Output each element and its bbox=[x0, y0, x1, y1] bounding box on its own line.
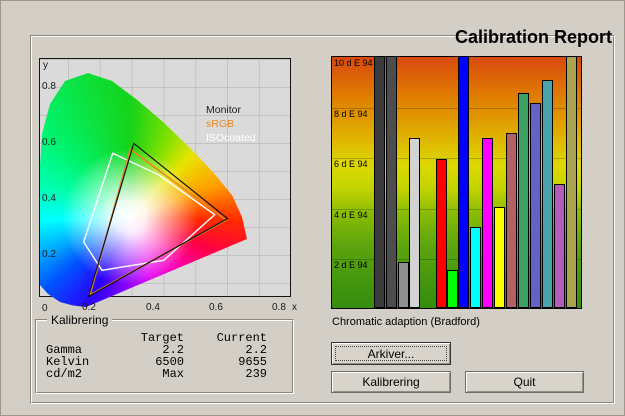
archive-button-label: Arkiver... bbox=[367, 346, 415, 361]
y-tick-label: 0.2 bbox=[42, 249, 56, 260]
bar-rosy-brown bbox=[506, 133, 517, 308]
calibrate-button[interactable]: Kalibrering bbox=[331, 371, 451, 393]
bar-green bbox=[447, 270, 458, 308]
x-tick-label: 0.2 bbox=[82, 302, 96, 313]
target-value: Max bbox=[162, 367, 184, 381]
calibrate-button-label: Kalibrering bbox=[362, 375, 420, 389]
page-title: Calibration Report bbox=[454, 27, 612, 47]
quit-button-label: Quit bbox=[513, 375, 536, 389]
gamut-monitor bbox=[87, 142, 229, 298]
cie-legend: Monitor sRGB ISOcoated bbox=[206, 103, 256, 145]
bar-light-gray bbox=[409, 138, 420, 308]
bar-dark-khaki bbox=[566, 57, 577, 308]
kalibrering-groupbox-inner: Kalibrering Target Current Gamma 2.2 2.2… bbox=[36, 313, 293, 393]
calibration-report-window: Calibration Report y x 0 Monitor sRGB ISOc… bbox=[0, 0, 625, 416]
delta-e-chart: 10 d E 94 8 d E 94 6 d E 94 4 d E 94 2 d E 9… bbox=[331, 56, 582, 309]
x-tick-label: 0.4 bbox=[146, 302, 160, 313]
de-axis-label: 2 d E 94 bbox=[334, 260, 368, 270]
y-tick-label: 0.8 bbox=[42, 81, 56, 92]
x-axis-label: x bbox=[292, 302, 297, 313]
x-tick-label: 0.8 bbox=[272, 302, 286, 313]
kalibrering-groupbox: Kalibrering Target Current Gamma 2.2 2.2… bbox=[35, 313, 294, 394]
bar-red bbox=[436, 159, 447, 308]
bar-blue bbox=[458, 57, 469, 308]
bar-yellow bbox=[494, 207, 505, 308]
cie-gamuts-svg bbox=[82, 142, 229, 298]
gamut-isocoated bbox=[82, 152, 216, 272]
de-axis-label: 4 d E 94 bbox=[334, 210, 368, 220]
table-row-cdm2: cd/m2 Max 239 bbox=[36, 368, 293, 380]
y-tick-label: 0.4 bbox=[42, 193, 56, 204]
bar-slate-blue bbox=[530, 103, 541, 308]
legend-item-monitor: Monitor bbox=[206, 104, 242, 116]
quit-button[interactable]: Quit bbox=[465, 371, 584, 393]
bar-gray bbox=[398, 262, 409, 308]
bar-dark-gray-2 bbox=[386, 57, 397, 308]
bar-cyan bbox=[470, 227, 481, 308]
legend-item-isocoated: ISOcoated bbox=[206, 132, 256, 144]
archive-button[interactable]: Arkiver... bbox=[331, 342, 451, 365]
de-axis-label: 6 d E 94 bbox=[334, 159, 368, 169]
y-axis-label: y bbox=[43, 60, 48, 71]
cie-chromaticity-plot: y x 0 Monitor sRGB ISOcoated 0.8 0.6 0.4 0.2 0… bbox=[39, 58, 297, 314]
bar-dark-gray-1 bbox=[374, 57, 385, 308]
row-label: cd/m2 bbox=[46, 367, 83, 381]
current-value: 239 bbox=[245, 367, 267, 381]
chart-caption: Chromatic adaption (Bradford) bbox=[332, 316, 480, 328]
bar-magenta bbox=[482, 138, 493, 308]
y-tick-label: 0.6 bbox=[42, 137, 56, 148]
de-axis-label: 10 d E 94 bbox=[334, 58, 373, 68]
de-axis-label: 8 d E 94 bbox=[334, 109, 368, 119]
bar-teal bbox=[542, 80, 553, 308]
legend-item-srgb: sRGB bbox=[206, 118, 235, 130]
bar-sea-green bbox=[518, 93, 529, 308]
x-tick-label: 0.6 bbox=[209, 302, 223, 313]
bar-orchid bbox=[554, 184, 565, 308]
groupbox-title: Kalibrering bbox=[47, 313, 113, 327]
